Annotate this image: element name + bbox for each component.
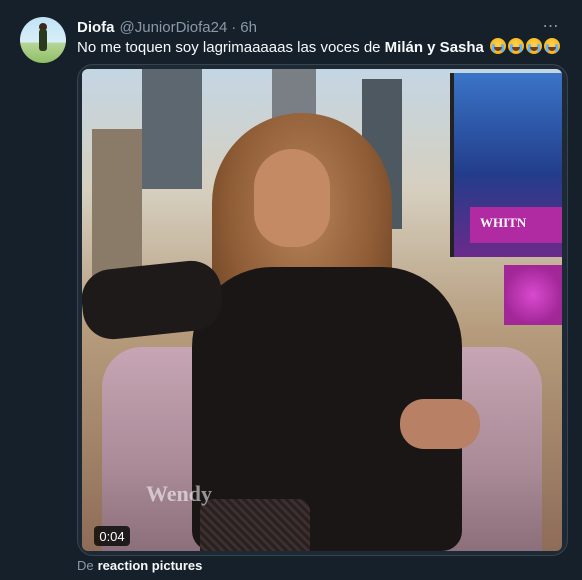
avatar-figure (39, 29, 47, 51)
more-options-icon[interactable]: ⋯ (538, 16, 564, 36)
source-link[interactable]: reaction pictures (98, 558, 203, 573)
avatar[interactable] (20, 17, 66, 63)
source-prefix: De (77, 558, 94, 573)
video-frame[interactable]: WHITN Wendy 0:04 (82, 69, 562, 551)
video-watermark: Wendy (146, 481, 213, 506)
tweet-text-bold: Milán y Sasha (384, 39, 484, 56)
separator-dot: · (231, 18, 237, 36)
background-building (142, 69, 202, 189)
video-player[interactable]: WHITN Wendy 0:04 (77, 64, 568, 556)
crying-face-icon (490, 38, 507, 54)
display-name[interactable]: Diofa (77, 19, 115, 36)
media-source: De reaction pictures (77, 558, 202, 574)
studio-pink-panel (504, 265, 562, 325)
video-duration-badge: 0:04 (94, 526, 130, 546)
crying-face-icon (526, 38, 543, 54)
background-building (92, 129, 142, 289)
person-face (254, 149, 330, 247)
person-arm-right (400, 399, 480, 449)
crying-face-icon (544, 38, 561, 54)
tweet-text: No me toquen soy lagrimaaaaas las voces … (77, 38, 567, 58)
timestamp[interactable]: 6h (240, 19, 257, 36)
crying-face-icon (508, 38, 525, 54)
tweet: Diofa @JuniorDiofa24 · 6h ⋯ No me toquen… (0, 0, 582, 580)
tweet-header: Diofa @JuniorDiofa24 · 6h (77, 18, 257, 36)
studio-screen-banner: WHITN (470, 207, 562, 243)
tweet-text-plain: No me toquen soy lagrimaaaaas las voces … (77, 39, 385, 56)
user-handle[interactable]: @JuniorDiofa24 (120, 19, 228, 36)
person-legs (200, 499, 310, 551)
